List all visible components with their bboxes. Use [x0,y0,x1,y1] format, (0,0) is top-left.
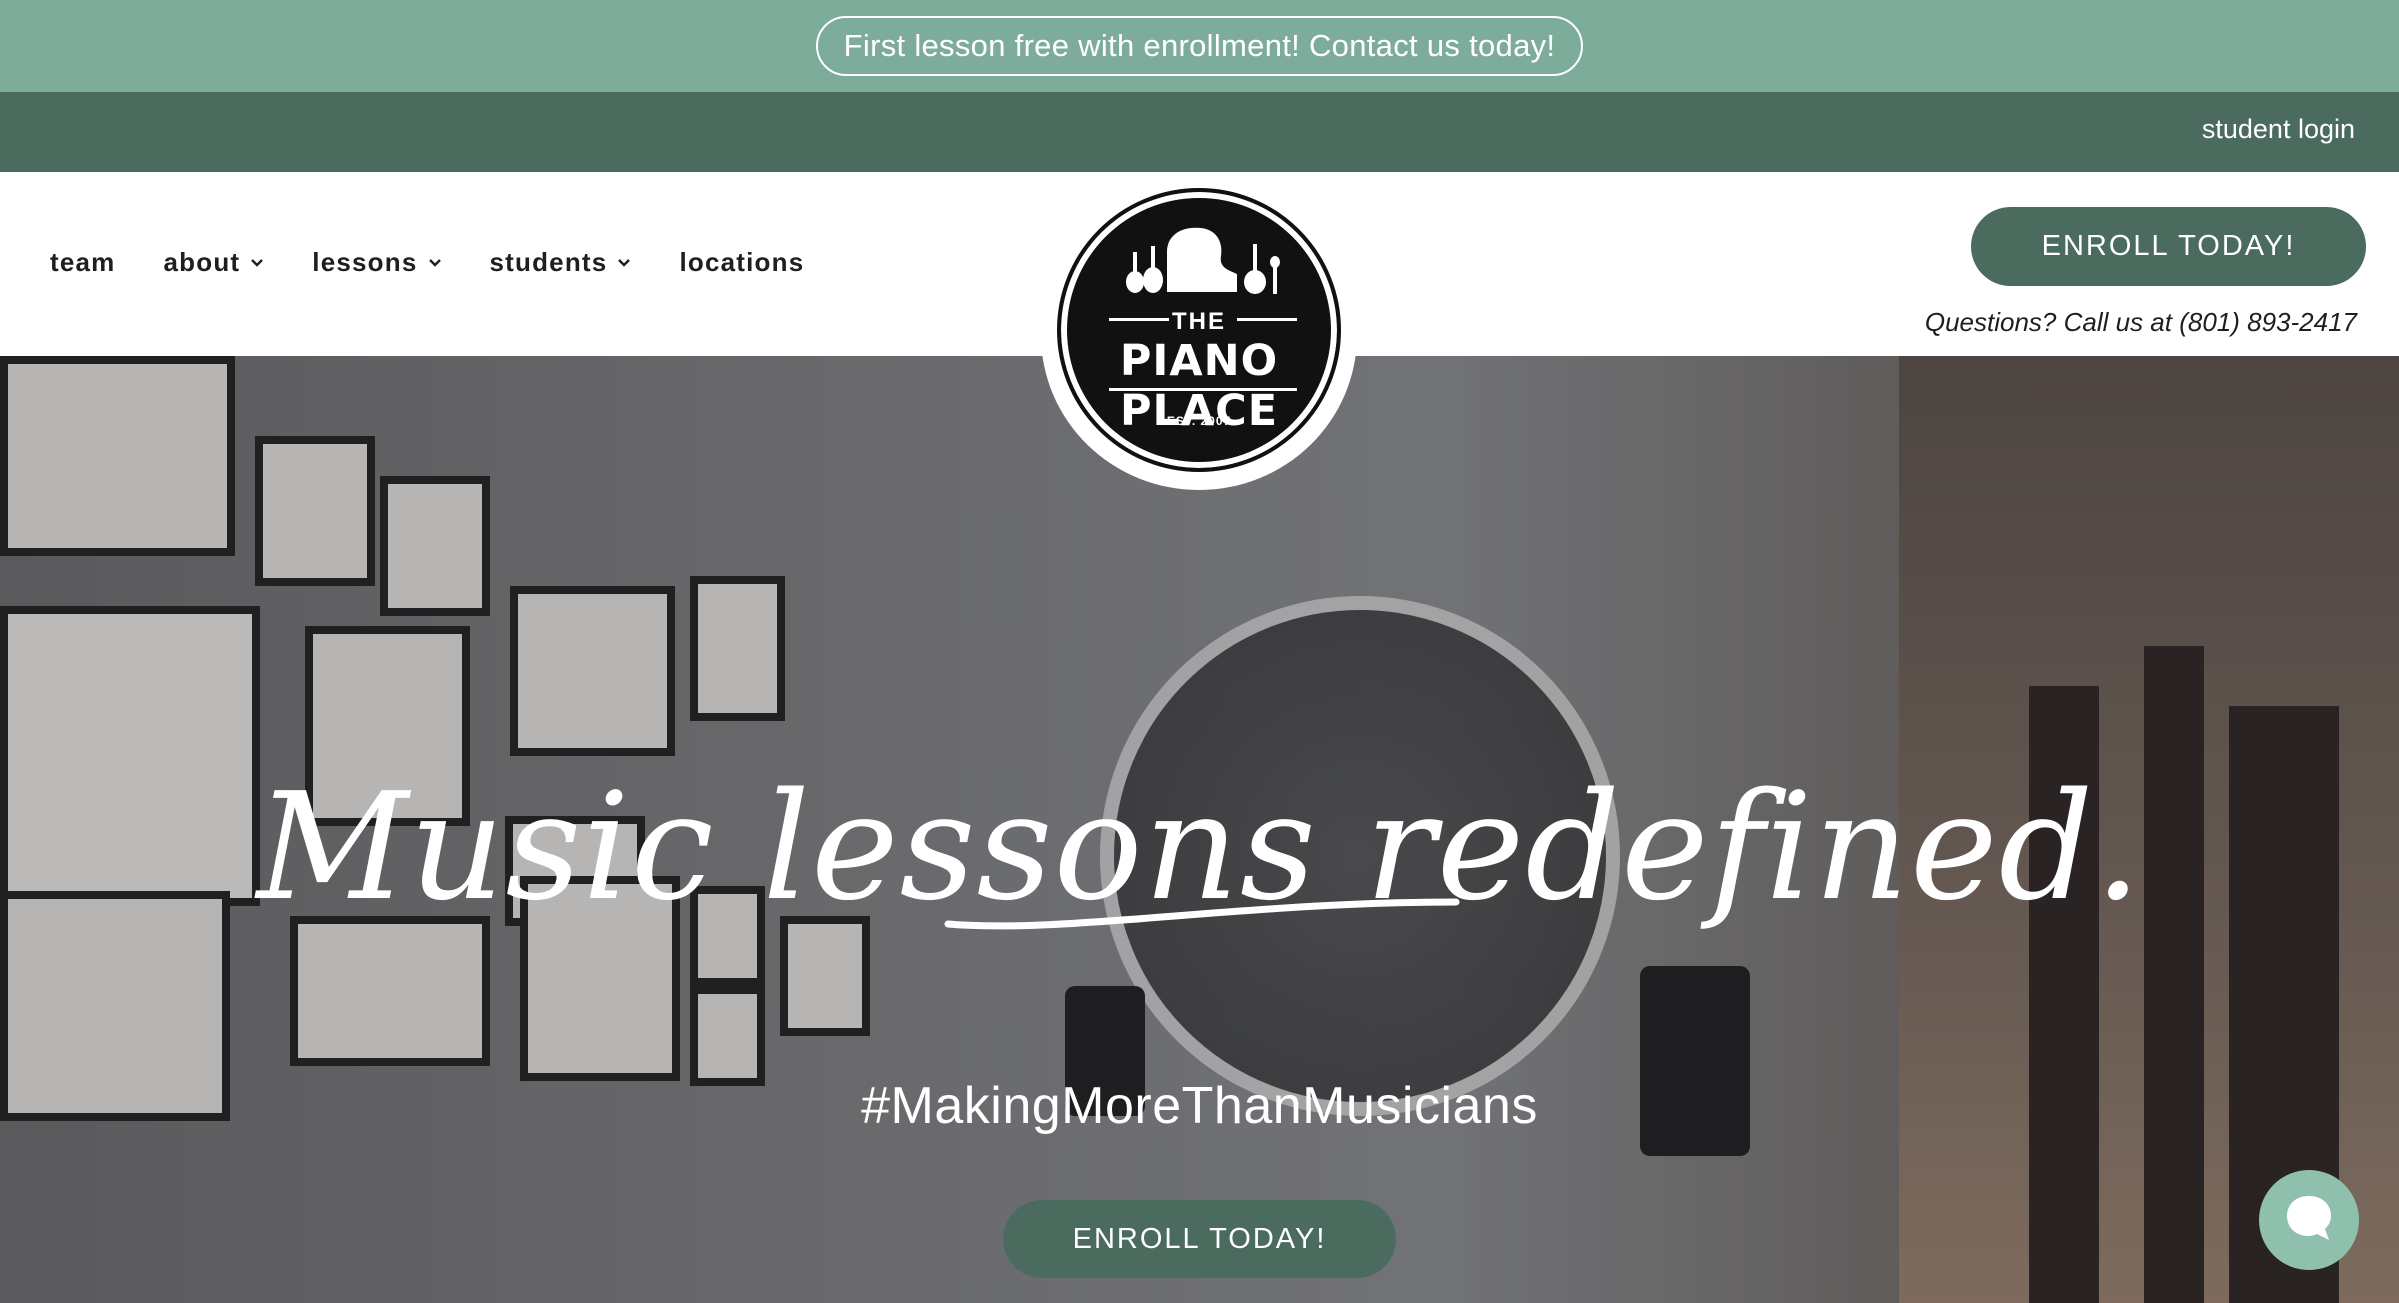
logo-badge: THE PIANO PLACE EST. 2007 [1057,188,1341,472]
nav-item-label: team [50,247,116,277]
nav-item-label: about [163,247,241,277]
nav-item-about[interactable]: about [164,247,265,278]
site-logo[interactable]: THE PIANO PLACE EST. 2007 [1041,180,1357,490]
chevron-down-icon [428,256,442,270]
chevron-down-icon [250,256,264,270]
student-login-link[interactable]: student login [2202,114,2355,145]
headline-underline-swoosh [944,898,1460,930]
hero-enroll-button[interactable]: ENROLL TODAY! [1003,1200,1396,1278]
logo-est-text: EST. 2007 [1166,414,1232,428]
nav-item-students[interactable]: students [490,247,632,278]
nav-item-team[interactable]: team [50,247,116,278]
promo-button[interactable]: First lesson free with enrollment! Conta… [815,16,1584,76]
main-nav: team about lessons students locations [50,247,852,278]
nav-item-locations[interactable]: locations [679,247,804,278]
nav-item-lessons[interactable]: lessons [312,247,441,278]
enroll-today-button[interactable]: ENROLL TODAY! [1971,207,2366,286]
nav-item-label: lessons [312,247,418,277]
hero-section: Music lessons redefined. #MakingMoreThan… [0,356,2399,1303]
nav-item-label: locations [679,247,805,277]
logo-the-text: THE [1172,308,1226,335]
nav-item-label: students [489,247,608,277]
promo-bar: First lesson free with enrollment! Conta… [0,0,2399,92]
phone-questions-text: Questions? Call us at (801) 893-2417 [1924,307,2357,337]
chat-bubble-icon [2283,1192,2335,1249]
instrument-icons [1126,227,1280,294]
chevron-down-icon [617,256,631,270]
utility-bar: student login [0,92,2399,172]
chat-widget-button[interactable] [2259,1170,2359,1270]
hero-hashtag: #MakingMoreThanMusicians [861,1077,1538,1135]
